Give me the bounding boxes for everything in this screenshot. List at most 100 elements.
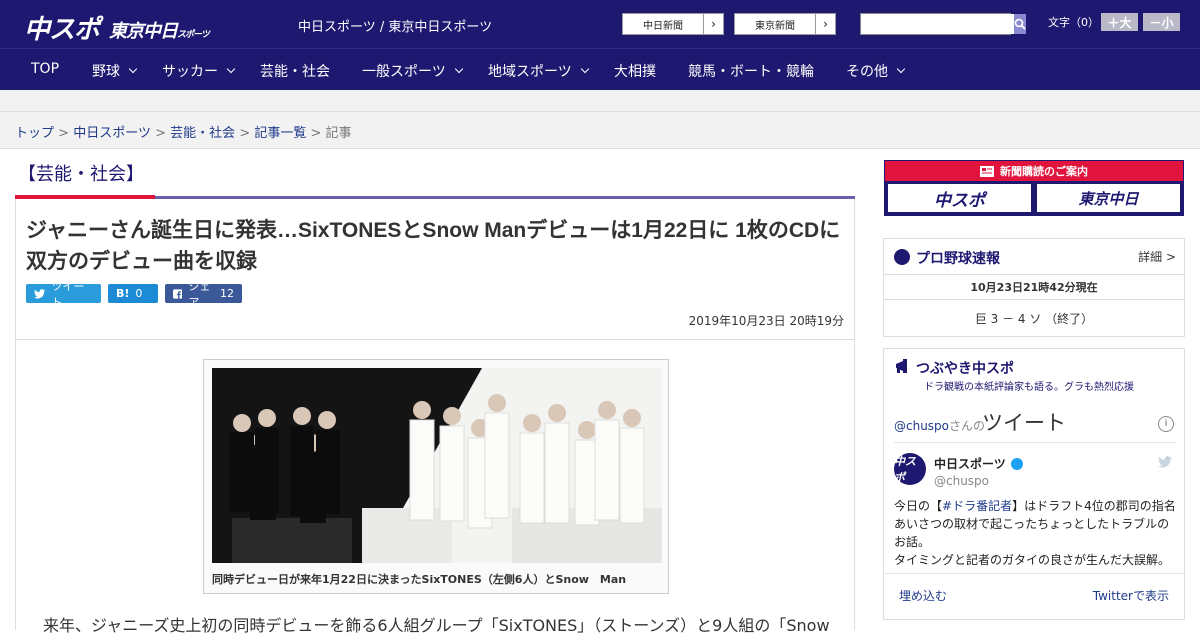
chevron-down-icon bbox=[580, 64, 589, 74]
chevron-down-icon bbox=[896, 64, 906, 74]
chevron-right-icon: › bbox=[815, 14, 835, 34]
subscription-banner[interactable]: 新聞購読のご案内 中スポ 東京中日 bbox=[884, 160, 1184, 216]
tweets-heading: ツイート bbox=[982, 411, 1066, 435]
breadcrumb-link[interactable]: トップ bbox=[15, 126, 54, 141]
tweets-footer: 埋め込む Twitterで表示 bbox=[884, 573, 1184, 619]
chevron-right-icon: › bbox=[703, 14, 723, 34]
tweet-account-name[interactable]: 中日スポーツ bbox=[934, 455, 1023, 472]
search-box bbox=[860, 13, 1026, 35]
pro-baseball-widget: プロ野球速報 詳細 > 10月23日21時42分現在 巨 3 － 4 ソ （終了… bbox=[883, 238, 1185, 337]
twitter-bird-icon[interactable] bbox=[1158, 456, 1172, 468]
embed-link[interactable]: 埋め込む bbox=[899, 587, 947, 604]
group-photo-image bbox=[212, 368, 662, 563]
hatena-bookmark-button[interactable]: B! 0 bbox=[108, 284, 158, 303]
nav-item-entertainment[interactable]: 芸能・社会 bbox=[260, 61, 330, 81]
account-name-text: 中日スポーツ bbox=[934, 457, 1006, 471]
nav-item-label: 一般スポーツ bbox=[362, 64, 446, 80]
article-figure: 同時デビュー日が来年1月22日に決まったSixTONES（左側6人）とSnow … bbox=[203, 359, 669, 594]
hatena-count: 0 bbox=[135, 287, 143, 300]
search-input[interactable] bbox=[861, 14, 1014, 34]
breadcrumb-separator: > bbox=[310, 126, 322, 141]
ad-logo-chuspo: 中スポ bbox=[888, 184, 1031, 212]
article-body: 同時デビュー日が来年1月22日に決まったSixTONES（左側6人）とSnow … bbox=[15, 340, 855, 635]
logo-tokyo-text: 東京中日 bbox=[109, 20, 178, 42]
nav-item-baseball[interactable]: 野球 bbox=[92, 61, 138, 81]
chevron-down-icon bbox=[226, 64, 236, 74]
facebook-icon bbox=[173, 288, 183, 299]
subscription-banner-title: 新聞購読のご案内 bbox=[885, 161, 1183, 181]
nav-item-top[interactable]: TOP bbox=[31, 61, 59, 77]
tweets-handle: @chuspoさんの bbox=[894, 417, 985, 434]
newspaper-icon bbox=[980, 165, 994, 177]
font-size-label: 文字（0） bbox=[1048, 16, 1099, 29]
tokyo-shimbun-label: 東京新聞 bbox=[755, 20, 795, 32]
info-icon[interactable]: i bbox=[1158, 416, 1174, 432]
pro-baseball-title: プロ野球速報 bbox=[916, 251, 1000, 267]
logo-tokyo-chunichi: 東京中日スポーツ bbox=[109, 17, 210, 43]
tweet-button[interactable]: ツイート bbox=[26, 280, 101, 309]
site-header: 中スポ 東京中日スポーツ 中日スポーツ / 東京中日スポーツ 中日新聞 › 東京… bbox=[0, 0, 1200, 48]
main-nav: TOP 野球 サッカー 芸能・社会 一般スポーツ 地域スポーツ 大相撲 競馬・ボ… bbox=[0, 48, 1200, 90]
pro-baseball-header: プロ野球速報 詳細 > bbox=[884, 239, 1184, 275]
twitter-widget-subtitle: ドラ観戦の本紙評論家も語る。グラも熱烈応援 bbox=[924, 382, 1134, 393]
handle-link[interactable]: @chuspo bbox=[894, 419, 949, 433]
nav-item-sumo[interactable]: 大相撲 bbox=[614, 61, 656, 81]
font-larger-button[interactable]: ＋大 bbox=[1101, 13, 1138, 31]
nav-item-general-sports[interactable]: 一般スポーツ bbox=[362, 61, 463, 81]
tweet-text-part: タイミングと記者のガタイの良さが生んだ大誤解。 bbox=[894, 553, 1171, 567]
font-smaller-button[interactable]: －小 bbox=[1143, 13, 1180, 31]
article-lead: 来年、ジャニーズ史上初の同時デビューを飾る6人組グループ「SixTONES」（ス… bbox=[43, 616, 830, 635]
chunichi-shimbun-label: 中日新聞 bbox=[643, 20, 683, 32]
tweet-label: ツイート bbox=[51, 279, 85, 309]
search-button[interactable] bbox=[1014, 14, 1026, 34]
pro-baseball-score[interactable]: 巨 3 － 4 ソ （終了） bbox=[884, 301, 1184, 337]
breadcrumb-link[interactable]: 芸能・社会 bbox=[170, 126, 235, 141]
logo-chuspo: 中スポ bbox=[24, 15, 100, 45]
hashtag-link[interactable]: #ドラ番記者 bbox=[942, 499, 1012, 513]
breadcrumb-separator: > bbox=[58, 126, 70, 141]
article-header: ジャニーさん誕生日に発表…SixTONESとSnow Manデビューは1月22日… bbox=[15, 199, 855, 340]
chevron-down-icon bbox=[454, 64, 463, 74]
tokyo-shimbun-button[interactable]: 東京新聞 › bbox=[734, 13, 836, 35]
twitter-icon bbox=[34, 288, 46, 298]
ad-logo-tokyo-chunichi: 東京中日 bbox=[1037, 184, 1180, 212]
nav-item-racing[interactable]: 競馬・ボート・競輪 bbox=[688, 61, 814, 81]
facebook-share-button[interactable]: シェア 12 bbox=[165, 280, 242, 309]
subscription-banner-text: 新聞購読のご案内 bbox=[1000, 165, 1088, 178]
nav-item-label: 大相撲 bbox=[614, 64, 656, 80]
breadcrumb-link[interactable]: 記事一覧 bbox=[254, 126, 306, 141]
breadcrumb-bar: トップ > 中日スポーツ > 芸能・社会 > 記事一覧 > 記事 bbox=[0, 111, 1200, 149]
nav-item-other[interactable]: その他 bbox=[846, 61, 906, 81]
view-on-twitter-link[interactable]: Twitterで表示 bbox=[1093, 587, 1169, 604]
breadcrumb-link[interactable]: 中日スポーツ bbox=[73, 126, 151, 141]
nav-item-label: サッカー bbox=[162, 64, 218, 80]
nav-item-label: 野球 bbox=[92, 64, 120, 80]
tweet-account-user[interactable]: @chuspo bbox=[934, 474, 989, 488]
tweet-text-part: 今日の【 bbox=[894, 499, 943, 513]
article-headline: ジャニーさん誕生日に発表…SixTONESとSnow Manデビューは1月22日… bbox=[26, 219, 841, 273]
site-logo[interactable]: 中スポ 東京中日スポーツ bbox=[24, 9, 210, 46]
share-buttons: ツイート B! 0 シェア 12 bbox=[26, 280, 242, 309]
spacer-band bbox=[0, 90, 1200, 111]
baseball-icon bbox=[894, 249, 910, 265]
verified-badge-icon bbox=[1010, 457, 1023, 470]
nav-item-label: TOP bbox=[31, 61, 60, 77]
breadcrumb-separator: > bbox=[239, 126, 251, 141]
article-photo[interactable] bbox=[212, 368, 662, 563]
pro-baseball-timestamp: 10月23日21時42分現在 bbox=[884, 275, 1184, 300]
chunichi-shimbun-button[interactable]: 中日新聞 › bbox=[622, 13, 724, 35]
logo-tokyo-small: スポーツ bbox=[177, 29, 210, 40]
twitter-widget: つぶやき中スポ ドラ観戦の本紙評論家も語る。グラも熱烈応援 @chuspoさんの… bbox=[883, 348, 1185, 620]
category-title: 【芸能・社会】 bbox=[18, 164, 144, 185]
photo-caption: 同時デビュー日が来年1月22日に決まったSixTONES（左側6人）とSnow … bbox=[212, 573, 627, 586]
breadcrumb-separator: > bbox=[155, 126, 166, 141]
nav-item-local-sports[interactable]: 地域スポーツ bbox=[488, 61, 589, 81]
site-name-link[interactable]: 中日スポーツ / 東京中日スポーツ bbox=[298, 16, 492, 35]
nav-item-soccer[interactable]: サッカー bbox=[162, 61, 236, 81]
breadcrumb: トップ > 中日スポーツ > 芸能・社会 > 記事一覧 > 記事 bbox=[15, 122, 352, 141]
pro-baseball-detail-link[interactable]: 詳細 > bbox=[1138, 248, 1176, 265]
breadcrumb-current: 記事 bbox=[325, 126, 352, 141]
hatena-icon: B! bbox=[116, 287, 130, 300]
avatar[interactable]: 中スポ bbox=[894, 453, 926, 485]
nav-item-label: その他 bbox=[846, 64, 888, 80]
